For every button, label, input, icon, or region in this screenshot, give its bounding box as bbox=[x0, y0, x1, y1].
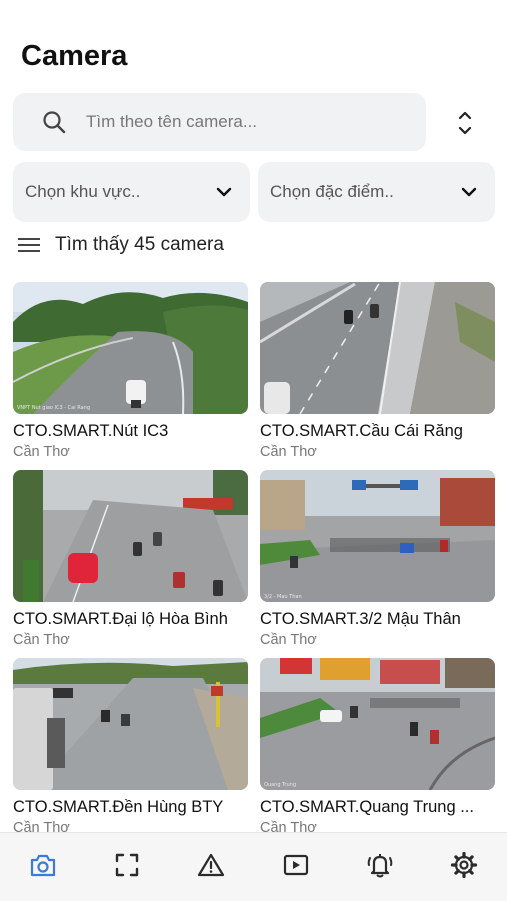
results-summary: Tìm thấy 45 camera bbox=[17, 234, 224, 256]
camera-area: Cần Thơ bbox=[260, 632, 317, 648]
camera-thumbnail[interactable] bbox=[260, 282, 495, 414]
camera-area: Cần Thơ bbox=[13, 820, 70, 832]
tab-scan[interactable] bbox=[112, 850, 142, 880]
camera-grid: VNPT Nut giao IC3 - Cai Rang CTO.SMART.N… bbox=[13, 282, 495, 832]
camera-watermark: 3/2 - Mau Than bbox=[264, 594, 302, 600]
camera-name: CTO.SMART.Cầu Cái Răng bbox=[260, 422, 463, 440]
settings-icon bbox=[450, 851, 478, 879]
camera-thumbnail[interactable]: Quang Trung bbox=[260, 658, 495, 790]
camera-card[interactable]: Quang Trung CTO.SMART.Quang Trung ... Cầ… bbox=[260, 658, 495, 832]
camera-area: Cần Thơ bbox=[260, 444, 317, 460]
tab-camera[interactable] bbox=[28, 850, 58, 880]
camera-watermark: Quang Trung bbox=[264, 782, 296, 788]
search-icon bbox=[41, 109, 67, 135]
camera-card[interactable]: 3/2 - Mau Than CTO.SMART.3/2 Mậu Thân Cầ… bbox=[260, 470, 495, 648]
area-select-label: Chọn khu vực.. bbox=[25, 182, 141, 201]
camera-card[interactable]: VNPT Nut giao IC3 - Cai Rang CTO.SMART.N… bbox=[13, 282, 248, 460]
camera-name: CTO.SMART.Quang Trung ... bbox=[260, 798, 474, 816]
bottom-tab-bar bbox=[0, 832, 507, 901]
tab-videos[interactable] bbox=[281, 850, 311, 880]
camera-thumbnail[interactable]: 3/2 - Mau Than bbox=[260, 470, 495, 602]
results-count: Tìm thấy 45 camera bbox=[55, 234, 224, 255]
warning-icon bbox=[197, 853, 225, 877]
camera-watermark: VNPT Nut giao IC3 - Cai Rang bbox=[17, 405, 90, 411]
chevron-down-icon bbox=[459, 182, 479, 202]
list-menu-icon[interactable] bbox=[17, 235, 41, 255]
camera-name: CTO.SMART.Đền Hùng BTY bbox=[13, 798, 224, 816]
camera-card[interactable]: CTO.SMART.Cầu Cái Răng Cần Thơ bbox=[260, 282, 495, 460]
sort-chevrons-icon bbox=[458, 111, 472, 135]
tab-alerts[interactable] bbox=[196, 850, 226, 880]
video-play-icon bbox=[283, 854, 309, 876]
camera-area: Cần Thơ bbox=[13, 444, 70, 460]
bell-alert-icon bbox=[367, 854, 393, 878]
camera-card[interactable]: CTO.SMART.Đền Hùng BTY Cần Thơ bbox=[13, 658, 248, 832]
camera-icon bbox=[30, 854, 56, 877]
camera-name: CTO.SMART.Đại lộ Hòa Bình bbox=[13, 610, 228, 628]
camera-area: Cần Thơ bbox=[260, 820, 317, 832]
search-bar[interactable] bbox=[13, 93, 426, 151]
camera-thumbnail[interactable]: VNPT Nut giao IC3 - Cai Rang bbox=[13, 282, 248, 414]
camera-area: Cần Thơ bbox=[13, 632, 70, 648]
tab-settings[interactable] bbox=[449, 850, 479, 880]
feature-select-label: Chọn đặc điểm.. bbox=[270, 182, 394, 201]
camera-thumbnail[interactable] bbox=[13, 470, 248, 602]
camera-thumbnail[interactable] bbox=[13, 658, 248, 790]
scan-frame-icon bbox=[115, 853, 139, 877]
camera-name: CTO.SMART.3/2 Mậu Thân bbox=[260, 610, 461, 628]
area-select[interactable]: Chọn khu vực.. bbox=[13, 162, 250, 222]
feature-select[interactable]: Chọn đặc điểm.. bbox=[258, 162, 495, 222]
page-title: Camera bbox=[21, 40, 128, 72]
chevron-down-icon bbox=[214, 182, 234, 202]
tab-notifications[interactable] bbox=[365, 850, 395, 880]
sort-toggle-button[interactable] bbox=[452, 108, 478, 138]
camera-name: CTO.SMART.Nút IC3 bbox=[13, 422, 169, 440]
search-input[interactable] bbox=[84, 111, 388, 133]
camera-card[interactable]: CTO.SMART.Đại lộ Hòa Bình Cần Thơ bbox=[13, 470, 248, 648]
